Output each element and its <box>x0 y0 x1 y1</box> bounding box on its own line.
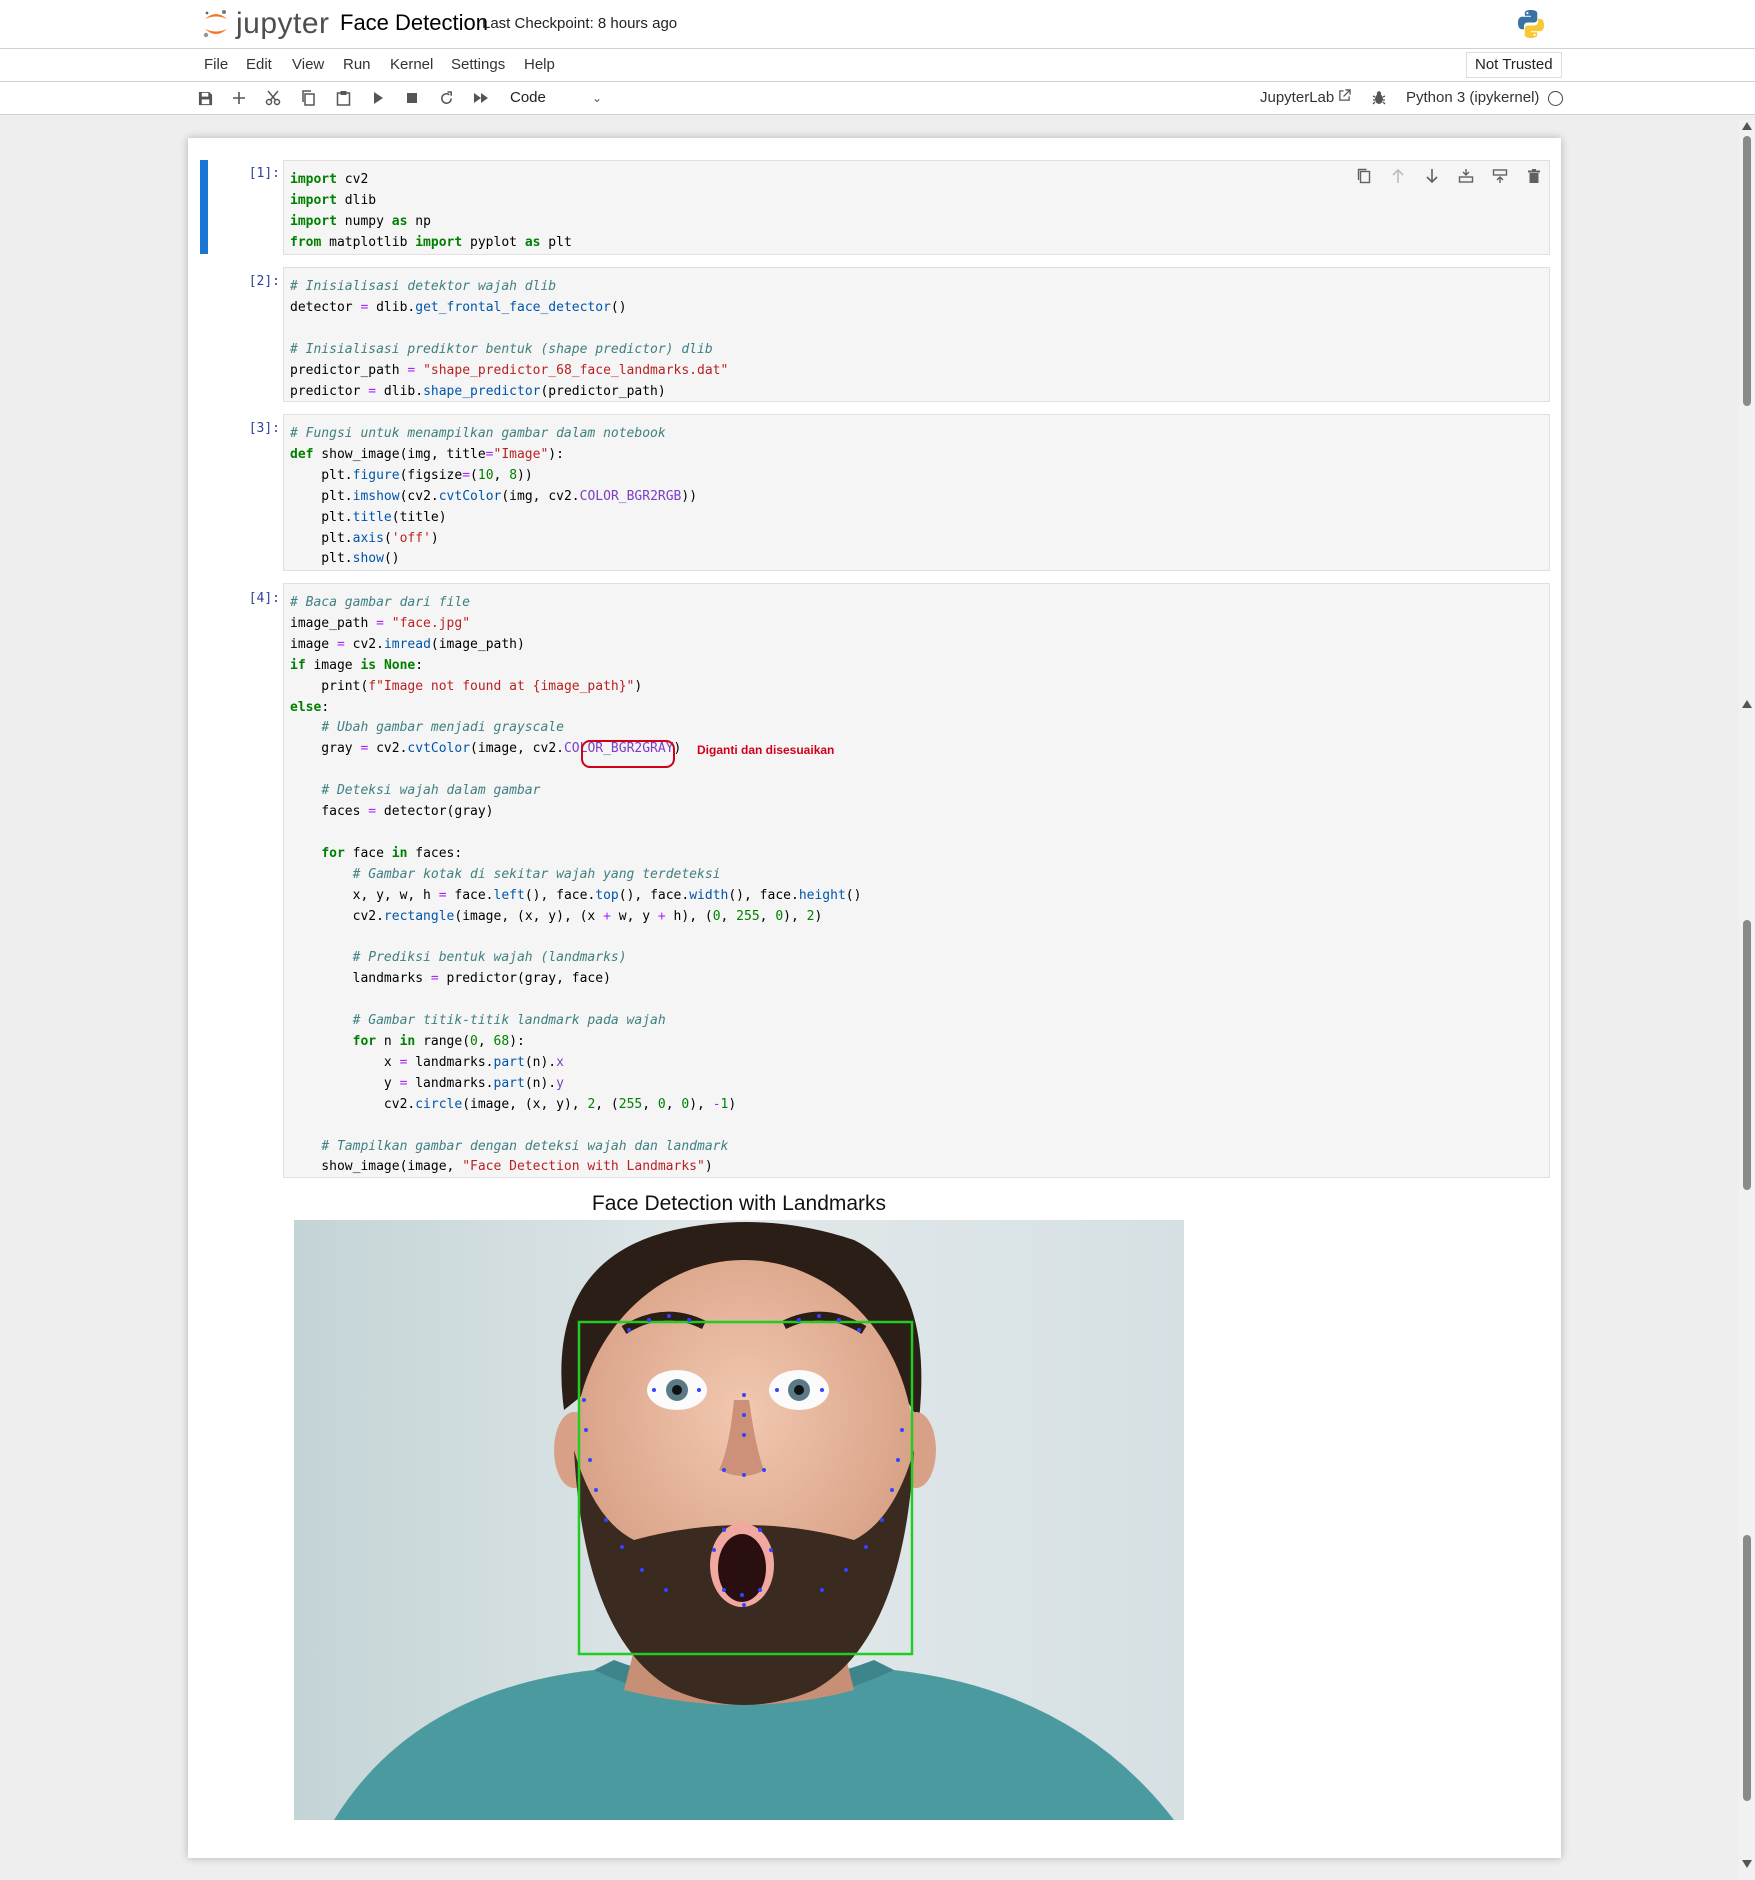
menu-edit[interactable]: Edit <box>246 56 272 73</box>
top-bar: jupyter Face Detection Last Checkpoint: … <box>0 0 1755 49</box>
arrow-up-icon <box>1392 168 1404 183</box>
save-icon <box>198 91 212 105</box>
menu-help[interactable]: Help <box>524 56 555 73</box>
code-cell-3[interactable]: # Fungsi untuk menampilkan gambar dalam … <box>283 414 1550 571</box>
insert-above-button[interactable] <box>1455 165 1477 187</box>
menu-settings[interactable]: Settings <box>451 56 505 73</box>
copy-icon <box>301 90 315 106</box>
restart-icon <box>440 90 452 104</box>
scroll-down-arrow-icon[interactable] <box>1742 1860 1752 1868</box>
restart-button[interactable] <box>435 88 457 108</box>
move-down-button[interactable] <box>1421 165 1443 187</box>
cell-type-value: Code <box>510 89 546 106</box>
stop-icon <box>407 93 417 103</box>
checkpoint-status: Last Checkpoint: 8 hours ago <box>482 15 678 32</box>
jupyterlab-label: JupyterLab <box>1260 89 1335 106</box>
cell-toolbar <box>1353 165 1545 187</box>
cell-2-code[interactable]: # Inisialisasi detektor wajah dlib detec… <box>284 268 1549 402</box>
open-jupyterlab-link[interactable]: JupyterLab <box>1260 89 1352 106</box>
arrow-down-icon <box>1426 169 1438 184</box>
fast-forward-icon <box>474 93 488 103</box>
bug-icon <box>1372 90 1386 104</box>
cell-4-output: Face Detection with Landmarks <box>294 1188 1184 1838</box>
scrollbar-thumb-lower[interactable] <box>1743 1535 1751 1801</box>
code-cell-1[interactable]: import cv2 import dlib import numpy as n… <box>283 160 1550 255</box>
trash-icon <box>1528 168 1540 183</box>
cell-4-code[interactable]: # Baca gambar dari file image_path = "fa… <box>284 584 1549 1178</box>
notebook-panel: [1]: import cv2 import dlib import numpy… <box>188 138 1561 1858</box>
duplicate-cell-button[interactable] <box>1353 165 1375 187</box>
insert-cell-button[interactable] <box>228 88 250 108</box>
external-link-icon <box>1339 89 1352 101</box>
menu-view[interactable]: View <box>292 56 324 73</box>
kernel-idle-indicator <box>1548 91 1563 106</box>
run-all-button[interactable] <box>470 88 492 108</box>
insert-below-button[interactable] <box>1489 165 1511 187</box>
kernel-name[interactable]: Python 3 (ipykernel) <box>1406 89 1539 106</box>
cell-3-prompt: [3]: <box>248 421 280 436</box>
face-detection-output-image <box>294 1220 1184 1820</box>
copy-button[interactable] <box>297 88 319 108</box>
code-cell-4[interactable]: # Baca gambar dari file image_path = "fa… <box>283 583 1550 1178</box>
cell-1-prompt: [1]: <box>248 166 280 181</box>
cell-3-code[interactable]: # Fungsi untuk menampilkan gambar dalam … <box>284 415 1549 570</box>
cell-type-select[interactable]: Code ⌄ <box>510 86 602 110</box>
python-logo-icon <box>1518 10 1544 38</box>
scrollbar-thumb-secondary[interactable] <box>1743 920 1751 1190</box>
scroll-up-arrow-icon[interactable] <box>1742 122 1752 130</box>
interrupt-button[interactable] <box>401 88 423 108</box>
duplicate-icon <box>1357 168 1371 184</box>
trust-indicator[interactable]: Not Trusted <box>1466 52 1562 78</box>
scrollbar-thumb[interactable] <box>1743 136 1751 406</box>
plus-icon <box>233 92 245 104</box>
jupyter-logo[interactable]: jupyter <box>202 6 330 42</box>
jupyter-wordmark: jupyter <box>236 7 330 40</box>
run-button[interactable] <box>367 88 389 108</box>
jupyter-logo-icon <box>203 10 227 38</box>
menu-kernel[interactable]: Kernel <box>390 56 433 73</box>
save-button[interactable] <box>194 88 216 108</box>
debugger-button[interactable] <box>1368 87 1390 107</box>
notebook-title[interactable]: Face Detection <box>340 10 488 36</box>
paste-button[interactable] <box>332 88 354 108</box>
code-cell-2[interactable]: # Inisialisasi detektor wajah dlib detec… <box>283 267 1550 402</box>
page-scrollbar[interactable] <box>1739 120 1755 1880</box>
scroll-marker-icon <box>1742 700 1752 708</box>
insert-above-icon <box>1458 169 1474 183</box>
chevron-down-icon: ⌄ <box>591 91 602 105</box>
menu-run[interactable]: Run <box>343 56 371 73</box>
menu-file[interactable]: File <box>204 56 228 73</box>
delete-cell-button[interactable] <box>1523 165 1545 187</box>
selected-cell-indicator <box>200 160 208 254</box>
paste-icon <box>336 91 350 106</box>
insert-below-icon <box>1492 169 1508 183</box>
play-icon <box>374 92 383 104</box>
scissors-icon <box>265 90 281 106</box>
notebook-toolbar: Code ⌄ JupyterLab Python 3 (ipykernel) <box>0 82 1755 115</box>
cell-4-prompt: [4]: <box>248 591 280 606</box>
annotation-label: Diganti dan disesuaikan <box>697 743 835 757</box>
menu-bar: File Edit View Run Kernel Settings Help … <box>0 49 1755 82</box>
plot-title: Face Detection with Landmarks <box>591 1192 887 1215</box>
cell-2-prompt: [2]: <box>248 274 280 289</box>
move-up-button[interactable] <box>1387 165 1409 187</box>
annotation-highlight-box <box>581 740 675 768</box>
cut-button[interactable] <box>262 88 284 108</box>
